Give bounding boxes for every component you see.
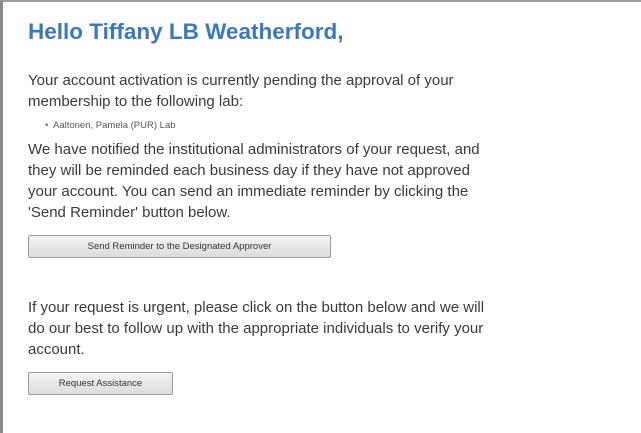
request-assistance-button[interactable]: Request Assistance [28, 372, 173, 395]
pending-line-2: membership to the following lab: [28, 93, 244, 110]
urgent-line-3: account. [28, 341, 85, 358]
notified-line-1: We have notified the institutional admin… [28, 141, 480, 158]
send-reminder-button[interactable]: Send Reminder to the Designated Approver [28, 235, 331, 258]
urgent-request-message: If your request is urgent, please click … [28, 297, 641, 360]
pending-line-1: Your account activation is currently pen… [28, 72, 454, 89]
urgent-line-1: If your request is urgent, please click … [28, 299, 485, 316]
lab-list: Aaltonen, Pamela (PUR) Lab [28, 120, 641, 132]
page-frame: Hello Tiffany LB Weatherford, Your accou… [0, 0, 641, 433]
lab-list-item: Aaltonen, Pamela (PUR) Lab [45, 120, 641, 132]
pending-approval-message: Your account activation is currently pen… [28, 70, 641, 112]
greeting-heading: Hello Tiffany LB Weatherford, [28, 19, 344, 44]
notified-admins-message: We have notified the institutional admin… [28, 139, 641, 223]
notified-line-4: 'Send Reminder' button below. [28, 204, 231, 221]
notified-line-2: they will be reminded each business day … [28, 162, 470, 179]
activation-pending-panel: Hello Tiffany LB Weatherford, Your accou… [28, 18, 641, 395]
urgent-line-2: do our best to follow up with the approp… [28, 320, 484, 337]
notified-line-3: your account. You can send an immediate … [28, 183, 469, 200]
